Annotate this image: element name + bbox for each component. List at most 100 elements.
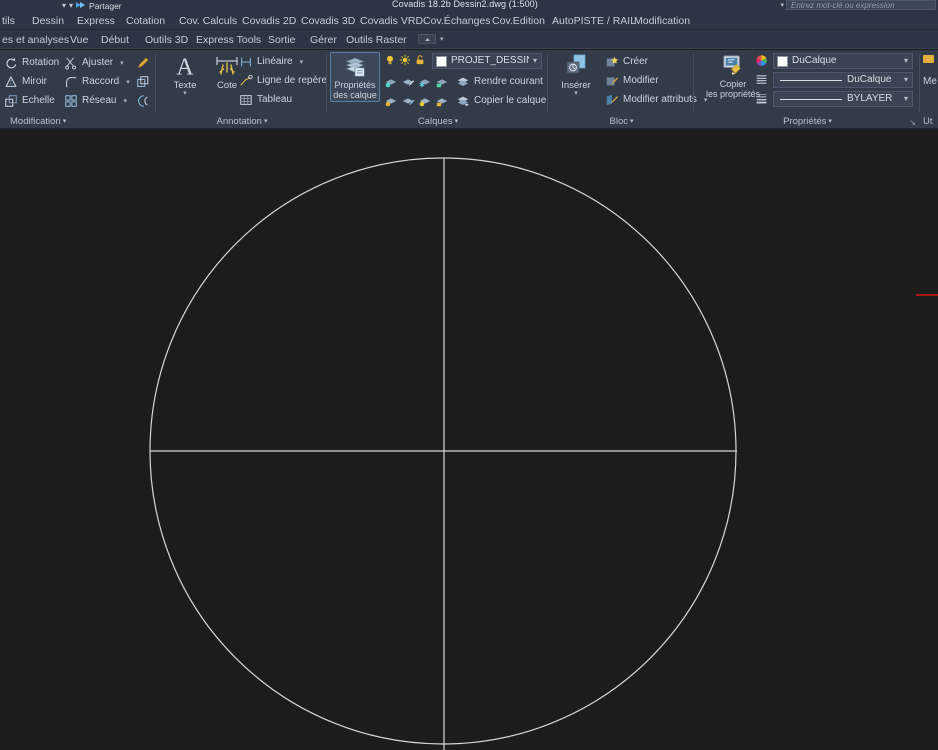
object-color-swatch[interactable] (777, 55, 788, 67)
drawing-canvas[interactable] (0, 132, 938, 750)
linetype-icon[interactable] (755, 73, 768, 86)
ribbon-tab-modification[interactable]: Modification (632, 11, 692, 30)
share-icon[interactable] (76, 1, 86, 10)
button-miroir[interactable]: Miroir (2, 73, 49, 90)
unlock-icon[interactable] (414, 54, 426, 66)
layer-unlock-icon[interactable] (435, 94, 449, 108)
button-inserer[interactable]: Insérer ▾ (554, 53, 598, 97)
ribbon-tab-vue[interactable]: Vue (68, 30, 90, 49)
ribbon-tab-outils-3d[interactable]: Outils 3D (143, 30, 190, 49)
raccord-chevron-icon[interactable]: ▾ (126, 78, 130, 86)
share-label[interactable]: Partager (89, 1, 122, 11)
search-chevron-icon[interactable]: ▾ (780, 0, 784, 11)
linetype-dropdown[interactable]: DuCalque ▾ (773, 72, 913, 88)
panel-proprietes-label[interactable]: Propriétés ▾ (695, 116, 920, 127)
button-edit-polyline[interactable] (134, 54, 152, 71)
color-wheel-icon[interactable] (755, 54, 768, 67)
button-creer-bloc[interactable]: Créer (603, 53, 650, 70)
button-rendre-courant[interactable]: Rendre courant (454, 73, 545, 90)
ribbon-tab-outils-raster[interactable]: Outils Raster (344, 30, 409, 49)
layer-freeze-icon[interactable] (418, 75, 432, 89)
leader-icon (240, 74, 253, 86)
button-echelle[interactable]: Echelle (2, 92, 57, 109)
button-offset[interactable] (134, 92, 152, 109)
tab-overflow-chevron-icon[interactable]: ▾ (440, 34, 444, 45)
panel-bloc-chevron-icon[interactable]: ▾ (630, 118, 634, 125)
lineweight-icon[interactable] (755, 92, 768, 105)
ribbon-tab-covadis-3d[interactable]: Covadis 3D (299, 11, 357, 30)
object-color-dropdown[interactable]: DuCalque ▾ (773, 53, 913, 69)
object-color-chevron-icon[interactable]: ▾ (900, 55, 912, 67)
quick-access-toolbar[interactable]: ▾ ▾ Partager (62, 0, 122, 11)
button-modifier-bloc[interactable]: Modifier (603, 72, 661, 89)
ribbon-tab-cov-changes[interactable]: Cov.Échanges (421, 11, 493, 30)
lineaire-chevron-icon[interactable]: ▾ (300, 58, 304, 66)
button-lineaire[interactable]: Linéaire ▾ (237, 53, 305, 70)
layer-lock-icon[interactable] (435, 75, 449, 89)
panel-modification-chevron-icon[interactable]: ▾ (63, 118, 67, 125)
layer-color-swatch[interactable] (436, 55, 447, 67)
lightbulb-on-icon[interactable] (384, 54, 396, 66)
button-copy-object[interactable] (134, 73, 152, 90)
reseau-chevron-icon[interactable]: ▾ (123, 97, 127, 105)
button-ajuster[interactable]: Ajuster ▾ (62, 54, 126, 71)
ribbon-tab-dessin[interactable]: Dessin (30, 11, 66, 30)
ribbon-tab-express[interactable]: Express (75, 11, 117, 30)
panel-divider-4 (693, 54, 694, 112)
button-rotation[interactable]: Rotation (2, 54, 61, 71)
ribbon-tab-es-et-analyses[interactable]: es et analyses (0, 30, 71, 49)
layer-edit-icon[interactable] (401, 75, 415, 89)
panel-modification-label[interactable]: Modification ▾ (0, 116, 156, 127)
texte-chevron-icon[interactable]: ▾ (183, 90, 187, 97)
ribbon-tab-covadis-2d[interactable]: Covadis 2D (240, 11, 298, 30)
panel-proprietes-expand-icon[interactable]: ↘ (909, 118, 916, 127)
fillet-icon (66, 76, 77, 87)
linetype-preview (780, 79, 842, 81)
panel-calques-chevron-icon[interactable]: ▾ (455, 118, 459, 125)
button-ligne-de-repere[interactable]: Ligne de repère ▾ (237, 72, 340, 89)
panel-modification-label-text: Modification (10, 116, 61, 127)
tab-overflow-button[interactable] (418, 34, 436, 44)
ribbon-tab-g-rer[interactable]: Gérer (308, 30, 339, 49)
lineweight-chevron-icon[interactable]: ▾ (900, 93, 912, 105)
search-placeholder: Entrez mot-clé ou expression (791, 1, 895, 10)
layer-dropdown[interactable]: PROJET_DESSIN ▾ (432, 53, 542, 69)
search-input[interactable]: Entrez mot-clé ou expression (786, 0, 936, 10)
layer-off-icon[interactable] (384, 94, 398, 108)
panel-calques-label[interactable]: Calques ▾ (328, 116, 548, 127)
ribbon-tab-tils[interactable]: tils (0, 11, 17, 30)
button-tableau[interactable]: Tableau (237, 91, 294, 108)
partial-panel-icon[interactable] (923, 55, 934, 63)
layer-isolate-icon[interactable] (384, 75, 398, 89)
layer-match-icon[interactable] (401, 94, 415, 108)
button-reseau[interactable]: Réseau ▾ (62, 92, 129, 109)
layer-dropdown-chevron-icon[interactable]: ▾ (529, 55, 541, 67)
panel-annotation-label[interactable]: Annotation ▾ (157, 116, 327, 127)
edit-attributes-icon (606, 94, 619, 105)
button-copier-le-calque[interactable]: Copier le calque (454, 92, 548, 109)
button-raccord[interactable]: Raccord ▾ (62, 73, 132, 90)
panel-annotation-label-text: Annotation (216, 116, 262, 127)
button-texte[interactable]: A Texte ▾ (163, 53, 207, 97)
panel-bloc-label[interactable]: Bloc ▾ (549, 116, 694, 127)
qat-chevron-down-icon-2[interactable]: ▾ (69, 1, 73, 10)
ajuster-chevron-icon[interactable]: ▾ (120, 59, 124, 67)
lineweight-dropdown[interactable]: BYLAYER ▾ (773, 91, 913, 107)
title-bar: ▾ ▾ Partager Covadis 18.2b Dessin2.dwg (… (0, 0, 938, 11)
layer-thaw-icon[interactable] (418, 94, 432, 108)
ribbon-tab-cotation[interactable]: Cotation (124, 11, 167, 30)
qat-chevron-down-icon[interactable]: ▾ (62, 1, 66, 10)
ribbon-tab-sortie[interactable]: Sortie (266, 30, 297, 49)
inserer-chevron-icon[interactable]: ▾ (574, 90, 578, 97)
button-layer-properties[interactable]: Propriétés des calque (330, 52, 380, 102)
ribbon-tab-express-tools[interactable]: Express Tools (194, 30, 263, 49)
panel-annotation-chevron-icon[interactable]: ▾ (264, 118, 268, 125)
ribbon-tab-d-but[interactable]: Début (99, 30, 131, 49)
panel-proprietes-chevron-icon[interactable]: ▾ (828, 118, 832, 125)
ribbon-tab-autopiste-rail[interactable]: AutoPISTE / RAIL (550, 11, 638, 30)
ribbon-tab-covadis-vrd[interactable]: Covadis VRD (358, 11, 425, 30)
ribbon-tab-cov-calculs[interactable]: Cov. Calculs (177, 11, 239, 30)
sun-icon[interactable] (399, 54, 411, 66)
ribbon-tab-cov-edition[interactable]: Cov.Edition (490, 11, 547, 30)
linetype-chevron-icon[interactable]: ▾ (900, 74, 912, 86)
